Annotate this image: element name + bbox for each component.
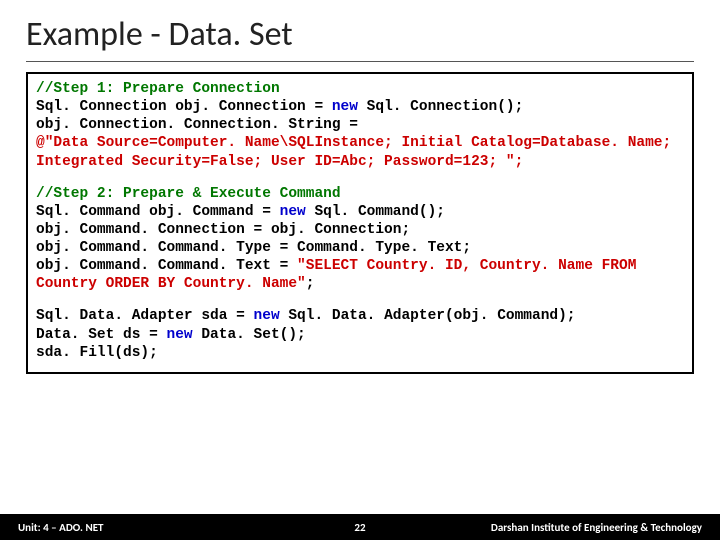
code-line: Sql. Command();: [306, 204, 445, 220]
code-line: ;: [306, 276, 315, 292]
slide-title: Example - Data. Set: [26, 14, 694, 55]
title-divider: [26, 61, 694, 62]
code-line: sda. Fill(ds);: [36, 344, 684, 362]
comment-step2: //Step 2: Prepare & Execute Command: [36, 186, 341, 202]
keyword-new: new: [332, 99, 358, 115]
code-line: Sql. Connection();: [358, 99, 523, 115]
slide-footer: Unit: 4 – ADO. NET 22 Darshan Institute …: [0, 514, 720, 540]
code-line: obj. Command. Command. Type = Command. T…: [36, 239, 684, 257]
code-block-step2: //Step 2: Prepare & Execute Command Sql.…: [36, 185, 684, 294]
code-block-step3: Sql. Data. Adapter sda = new Sql. Data. …: [36, 307, 684, 361]
code-block-step1: //Step 1: Prepare Connection Sql. Connec…: [36, 80, 684, 171]
code-line: obj. Connection. Connection. String =: [36, 116, 684, 134]
slide: Example - Data. Set //Step 1: Prepare Co…: [0, 0, 720, 540]
code-line: obj. Command. Connection = obj. Connecti…: [36, 221, 684, 239]
code-line: Sql. Data. Adapter(obj. Command);: [280, 308, 576, 324]
footer-unit: Unit: 4 – ADO. NET: [18, 521, 104, 534]
footer-page-number: 22: [354, 521, 365, 534]
keyword-new: new: [254, 308, 280, 324]
keyword-new: new: [280, 204, 306, 220]
footer-institute: Darshan Institute of Engineering & Techn…: [491, 521, 702, 534]
code-box: //Step 1: Prepare Connection Sql. Connec…: [26, 72, 694, 374]
code-line: Data. Set ds =: [36, 327, 167, 343]
string-literal: @"Data Source=Computer. Name\SQLInstance…: [36, 135, 671, 169]
keyword-new: new: [167, 327, 193, 343]
code-line: Sql. Command obj. Command =: [36, 204, 280, 220]
code-line: obj. Command. Command. Text =: [36, 258, 297, 274]
comment-step1: //Step 1: Prepare Connection: [36, 81, 280, 97]
code-line: Sql. Data. Adapter sda =: [36, 308, 254, 324]
code-line: Sql. Connection obj. Connection =: [36, 99, 332, 115]
code-line: Data. Set();: [193, 327, 306, 343]
